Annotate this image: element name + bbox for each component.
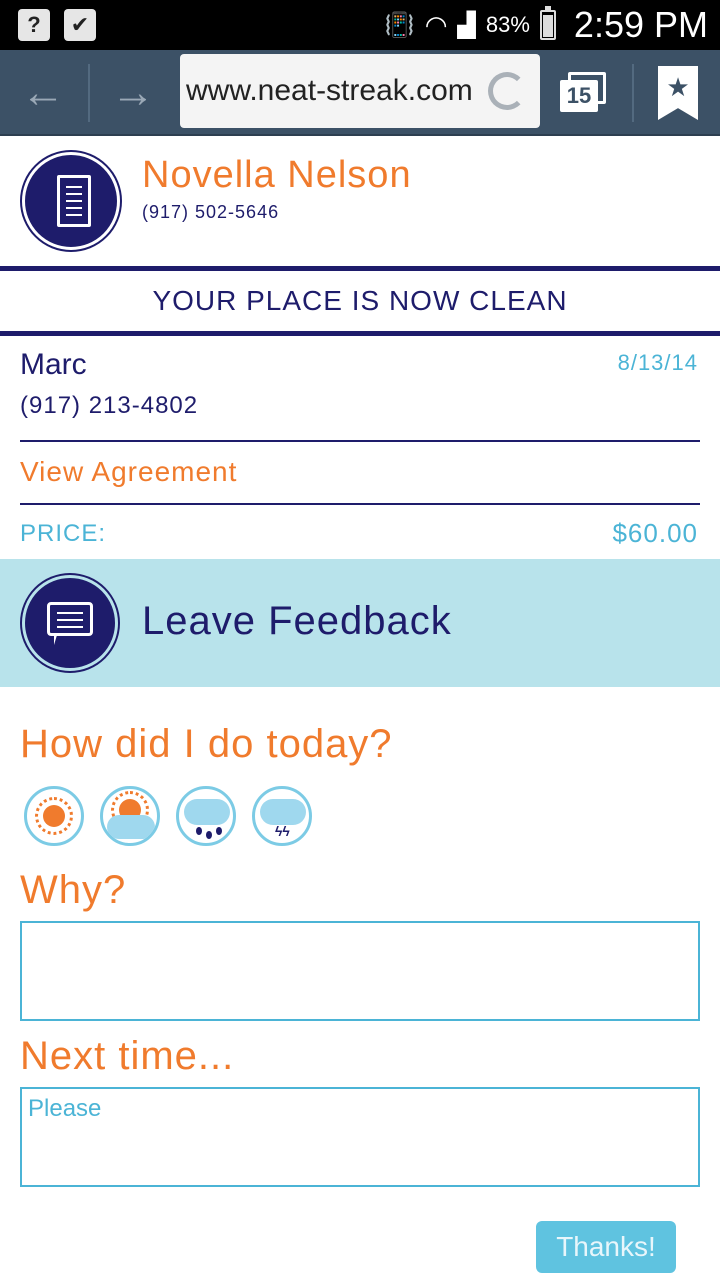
customer-name: Marc (20, 348, 87, 381)
price-label: PRICE: (20, 520, 107, 547)
clock: 2:59 PM (573, 4, 708, 45)
toolbar-divider (632, 64, 634, 122)
url-text[interactable]: www.neat-streak.com (186, 74, 486, 108)
why-input[interactable] (20, 921, 700, 1021)
status-bar: ? ✔ 📳 ◠ ▟ 83% 2:59 PM (0, 0, 720, 50)
divider (20, 440, 700, 442)
rain-icon[interactable] (176, 786, 236, 846)
why-label: Why? (20, 868, 127, 912)
view-agreement-link[interactable]: View Agreement (20, 456, 237, 488)
document-icon (57, 175, 91, 227)
partly-cloudy-icon[interactable] (100, 786, 160, 846)
vibrate-icon: 📳 (384, 11, 415, 39)
tabs-button[interactable]: 15 (560, 72, 608, 114)
next-time-label: Next time... (20, 1034, 235, 1078)
tab-count: 15 (560, 80, 598, 112)
service-date: 8/13/14 (617, 350, 698, 375)
thunderstorm-icon[interactable]: ϟϟ (252, 786, 312, 846)
vendor-name: Novella Nelson (142, 154, 412, 196)
status-banner-text: YOUR PLACE IS NOW CLEAN (152, 285, 568, 316)
bag-check-icon: ✔ (64, 9, 96, 41)
customer-phone: (917) 213-4802 (20, 392, 199, 419)
forward-arrow-icon[interactable]: → (108, 68, 158, 118)
rating-options: ϟϟ (24, 786, 312, 846)
document-logo-icon (22, 152, 120, 250)
chat-icon (47, 602, 93, 645)
vendor-phone: (917) 502-5646 (142, 202, 280, 222)
thanks-submit-button[interactable]: Thanks! (536, 1221, 676, 1273)
status-banner: YOUR PLACE IS NOW CLEAN (0, 266, 720, 336)
refresh-icon[interactable] (488, 72, 526, 110)
divider (20, 503, 700, 505)
feedback-section-header: Leave Feedback (0, 559, 720, 687)
chat-bubble-logo-icon (22, 575, 118, 671)
next-time-input[interactable] (20, 1087, 700, 1187)
vendor-header: Novella Nelson (917) 502-5646 (0, 136, 720, 266)
battery-percent: 83% (485, 12, 530, 37)
battery-icon (539, 6, 556, 40)
bookmark-star-icon[interactable]: ★ (658, 66, 698, 120)
browser-toolbar: ← → www.neat-streak.com 15 ★ (0, 50, 720, 136)
feedback-title: Leave Feedback (142, 599, 452, 643)
back-arrow-icon[interactable]: ← (18, 68, 68, 118)
sunny-icon[interactable] (24, 786, 84, 846)
toolbar-divider (88, 64, 90, 122)
url-bar[interactable]: www.neat-streak.com (180, 54, 540, 128)
wifi-icon: ◠ (424, 9, 448, 40)
help-icon: ? (18, 9, 50, 41)
signal-icon: ▟ (457, 11, 476, 39)
rating-question: How did I do today? (20, 722, 393, 766)
price-value: $60.00 (612, 518, 698, 548)
